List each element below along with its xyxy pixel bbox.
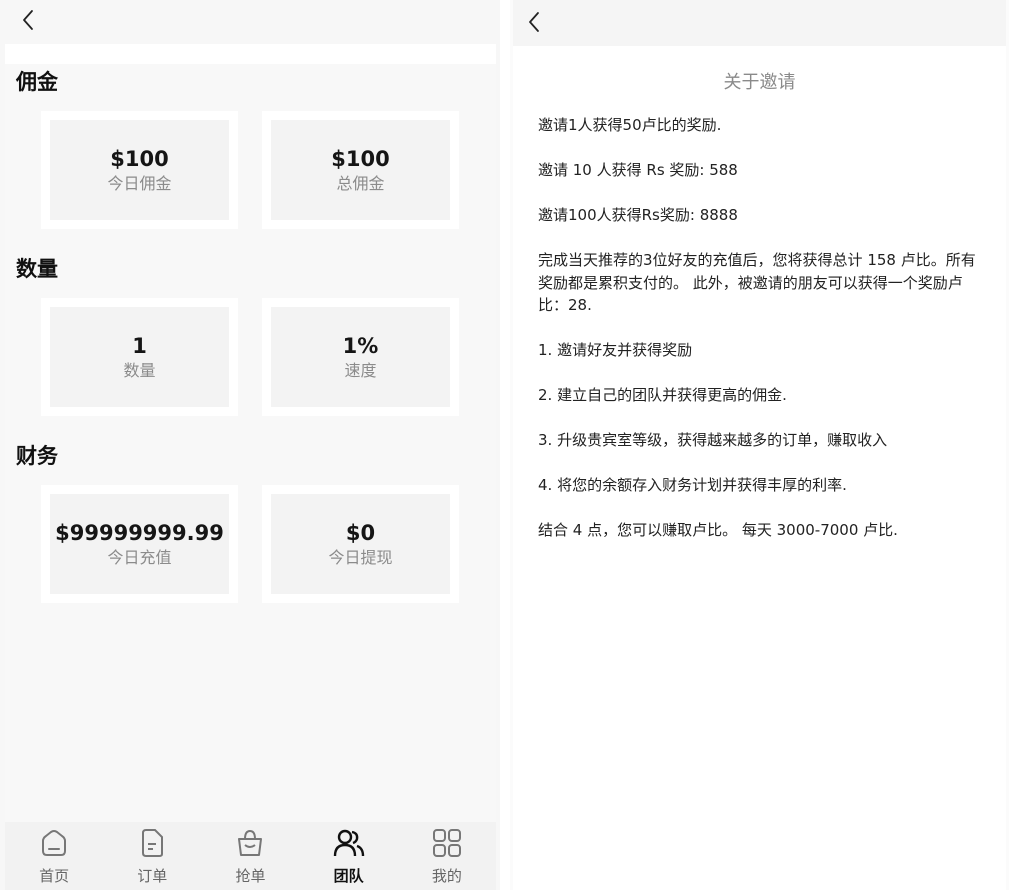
page-title: 关于邀请: [723, 72, 796, 93]
tab-label: 首页: [39, 867, 70, 885]
stat-card-today-commission: $100 今日佣金: [41, 111, 238, 229]
stat-card-today-recharge: $99999999.99 今日充值: [41, 485, 238, 603]
info-paragraph: 邀请1人获得50卢比的奖励.: [538, 116, 722, 134]
stat-value: $100: [331, 146, 390, 171]
tab-team[interactable]: 团队: [309, 822, 389, 886]
team-screen: 佣金 $100 今日佣金 $100 总佣金 数量 1 数量 1% 速度 财务 $…: [0, 0, 500, 890]
info-paragraph: 2. 建立自己的团队并获得更高的佣金.: [538, 386, 787, 404]
info-paragraph: 3. 升级贵宾室等级，获得越来越多的订单，赚取收入: [538, 431, 888, 449]
top-bar: [5, 0, 496, 44]
stat-label: 速度: [344, 360, 377, 380]
top-bar: [513, 0, 1006, 46]
stat-card-today-withdraw: $0 今日提现: [262, 485, 459, 603]
stat-label: 今日充值: [107, 547, 172, 567]
stat-label: 今日佣金: [107, 173, 172, 193]
tab-mine[interactable]: 我的: [407, 822, 487, 886]
info-paragraph: 完成当天推荐的3位好友的充值后，您将获得总计 158 卢比。所有奖励都是累积支付…: [538, 251, 976, 314]
team-icon: [333, 827, 365, 859]
tab-grab[interactable]: 抢单: [210, 822, 290, 886]
stat-value: $0: [345, 520, 376, 545]
stat-card-speed: 1% 速度: [262, 298, 459, 416]
section-title-commission: 佣金: [16, 70, 58, 94]
info-paragraph: 邀请100人获得Rs奖励: 8888: [538, 206, 738, 224]
info-paragraph: 1. 邀请好友并获得奖励: [538, 341, 693, 359]
stat-label: 数量: [123, 360, 156, 380]
stat-card-quantity: 1 数量: [41, 298, 238, 416]
info-paragraph: 结合 4 点，您可以赚取卢比。 每天 3000-7000 卢比.: [538, 521, 898, 539]
tab-label: 我的: [431, 867, 462, 885]
tab-label: 抢单: [235, 867, 266, 885]
bottom-tab-bar: 首页 订单 抢单 团队 我的: [5, 822, 496, 890]
tab-label: 团队: [333, 867, 364, 885]
stat-label: 今日提现: [328, 547, 393, 567]
stat-value: 1: [132, 333, 147, 358]
stat-value: $100: [110, 146, 169, 171]
header-divider: [5, 44, 496, 64]
back-arrow-icon[interactable]: [17, 8, 41, 32]
info-paragraph: 邀请 10 人获得 Rs 奖励: 588: [538, 161, 738, 179]
stat-label: 总佣金: [336, 173, 385, 193]
tab-home[interactable]: 首页: [14, 822, 94, 886]
back-arrow-icon[interactable]: [523, 10, 547, 34]
about-invite-screen: 关于邀请 邀请1人获得50卢比的奖励. 邀请 10 人获得 Rs 奖励: 588…: [510, 0, 1009, 890]
info-paragraph: 4. 将您的余额存入财务计划并获得丰厚的利率.: [538, 476, 847, 494]
grid-icon: [431, 827, 463, 859]
bag-icon: [234, 827, 266, 859]
section-title-quantity: 数量: [16, 257, 58, 281]
stat-value: 1%: [342, 333, 379, 358]
section-title-finance: 财务: [16, 444, 58, 468]
stat-value: $99999999.99: [55, 520, 224, 545]
stat-card-total-commission: $100 总佣金: [262, 111, 459, 229]
tab-orders[interactable]: 订单: [112, 822, 192, 886]
document-icon: [136, 827, 168, 859]
about-body: 关于邀请 邀请1人获得50卢比的奖励. 邀请 10 人获得 Rs 奖励: 588…: [513, 46, 1006, 890]
home-icon: [38, 827, 70, 859]
tab-label: 订单: [137, 867, 168, 885]
